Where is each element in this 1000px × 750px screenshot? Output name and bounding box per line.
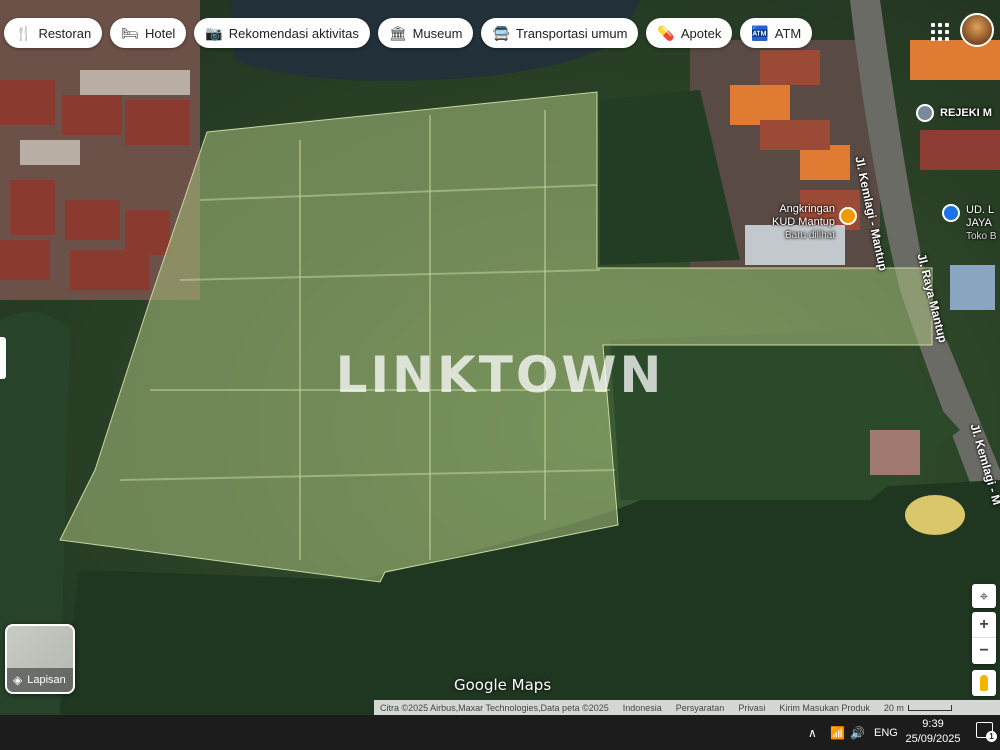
scale-line: [907, 704, 952, 711]
fork-knife-icon: 🍴: [15, 24, 33, 41]
tray-chevron-icon[interactable]: ∧: [808, 715, 817, 750]
chip-label: Apotek: [680, 25, 722, 41]
layers-label: Lapisan: [27, 674, 66, 686]
restaurant-pin-icon[interactable]: [839, 207, 857, 225]
wifi-icon[interactable]: 📶: [830, 715, 845, 750]
chip-hotel[interactable]: 🛏 Hotel: [110, 18, 187, 48]
chip-museum[interactable]: 🏛 Museum: [377, 18, 474, 48]
pegman-icon: [980, 675, 988, 691]
chip-label: Rekomendasi aktivitas: [228, 25, 359, 41]
terms-link[interactable]: Persyaratan: [676, 703, 725, 713]
attribution-bar: Citra ©2025 Airbus,Maxar Technologies,Da…: [374, 700, 1000, 715]
volume-icon[interactable]: 🔊: [850, 715, 865, 750]
scale-label: 20 m: [883, 702, 904, 713]
poi-angkringan-name-2: KUD Mantup: [772, 216, 835, 228]
zoom-controls: + −: [972, 612, 996, 664]
poi-angkringan-recent: Baru dilihat: [784, 230, 835, 241]
clock-time: 9:39: [922, 718, 944, 730]
atm-icon: 🏧: [751, 24, 769, 41]
privacy-link[interactable]: Privasi: [738, 703, 765, 713]
layers-button[interactable]: ◈ Lapisan: [5, 624, 75, 694]
chip-label: ATM: [774, 25, 802, 41]
poi-ud-name: UD. L: [966, 204, 995, 216]
shop-pin-icon[interactable]: [942, 204, 960, 222]
scale-bar[interactable]: 20 m: [884, 703, 952, 713]
chip-transportasi-umum[interactable]: 🚍 Transportasi umum: [481, 18, 639, 48]
chip-label: Transportasi umum: [515, 25, 628, 41]
museum-icon: 🏛: [388, 24, 407, 41]
camera-icon: 📷: [205, 24, 223, 41]
poi-label-rejeki[interactable]: REJEKI M: [940, 107, 992, 120]
country-label[interactable]: Indonesia: [623, 703, 662, 713]
chip-label: Restoran: [38, 25, 92, 41]
poi-ud-type: Toko B: [966, 231, 997, 242]
crosshair-icon: ⌖: [979, 587, 989, 605]
place-pin-icon[interactable]: [916, 104, 934, 122]
notifications-icon[interactable]: 1: [976, 722, 997, 742]
chip-rekomendasi-aktivitas[interactable]: 📷 Rekomendasi aktivitas: [194, 18, 370, 48]
category-chips: 🍴 Restoran 🛏 Hotel 📷 Rekomendasi aktivitas …: [4, 18, 813, 48]
chip-label: Hotel: [144, 25, 176, 41]
street-view-pegman-button[interactable]: [972, 670, 996, 696]
chip-restoran[interactable]: 🍴 Restoran: [4, 18, 103, 48]
poi-label-ud-jaya[interactable]: UD. L JAYA Toko B: [966, 204, 997, 243]
bus-icon: 🚍: [492, 24, 510, 41]
poi-label-angkringan[interactable]: Angkringan KUD Mantup Baru dilihat: [755, 203, 835, 242]
poi-angkringan-name: Angkringan: [779, 203, 835, 215]
poi-ud-name-2: JAYA: [966, 217, 992, 229]
zoom-in-button[interactable]: +: [972, 612, 996, 638]
zoom-out-button[interactable]: −: [972, 638, 996, 664]
layers-icon: ◈: [13, 673, 23, 687]
chip-atm[interactable]: 🏧 ATM: [740, 18, 813, 48]
google-maps-logo: Google Maps: [454, 676, 552, 694]
my-location-button[interactable]: ⌖: [972, 584, 996, 608]
chip-label: Museum: [412, 25, 463, 41]
satellite-map[interactable]: Jl. Kemlagi - Mantup Jl. Raya Mantup Jl.…: [0, 0, 1000, 715]
feedback-link[interactable]: Kirim Masukan Produk: [779, 703, 870, 713]
language-indicator[interactable]: ENG: [874, 715, 898, 750]
avatar[interactable]: [960, 13, 994, 47]
taskbar: ∧ 📶 🔊 ENG 9:39 25/09/2025: [0, 715, 1000, 750]
notification-count: 1: [986, 731, 997, 742]
apps-grid-icon[interactable]: [928, 20, 950, 42]
clock-date: 25/09/2025: [905, 733, 961, 745]
clock[interactable]: 9:39 25/09/2025: [900, 717, 966, 747]
pharmacy-icon: 💊: [657, 24, 675, 41]
bed-icon: 🛏: [121, 24, 139, 41]
imagery-credit: Citra ©2025 Airbus,Maxar Technologies,Da…: [380, 702, 609, 713]
watermark: LINKTOWN: [335, 346, 665, 404]
chip-apotek[interactable]: 💊 Apotek: [646, 18, 733, 48]
